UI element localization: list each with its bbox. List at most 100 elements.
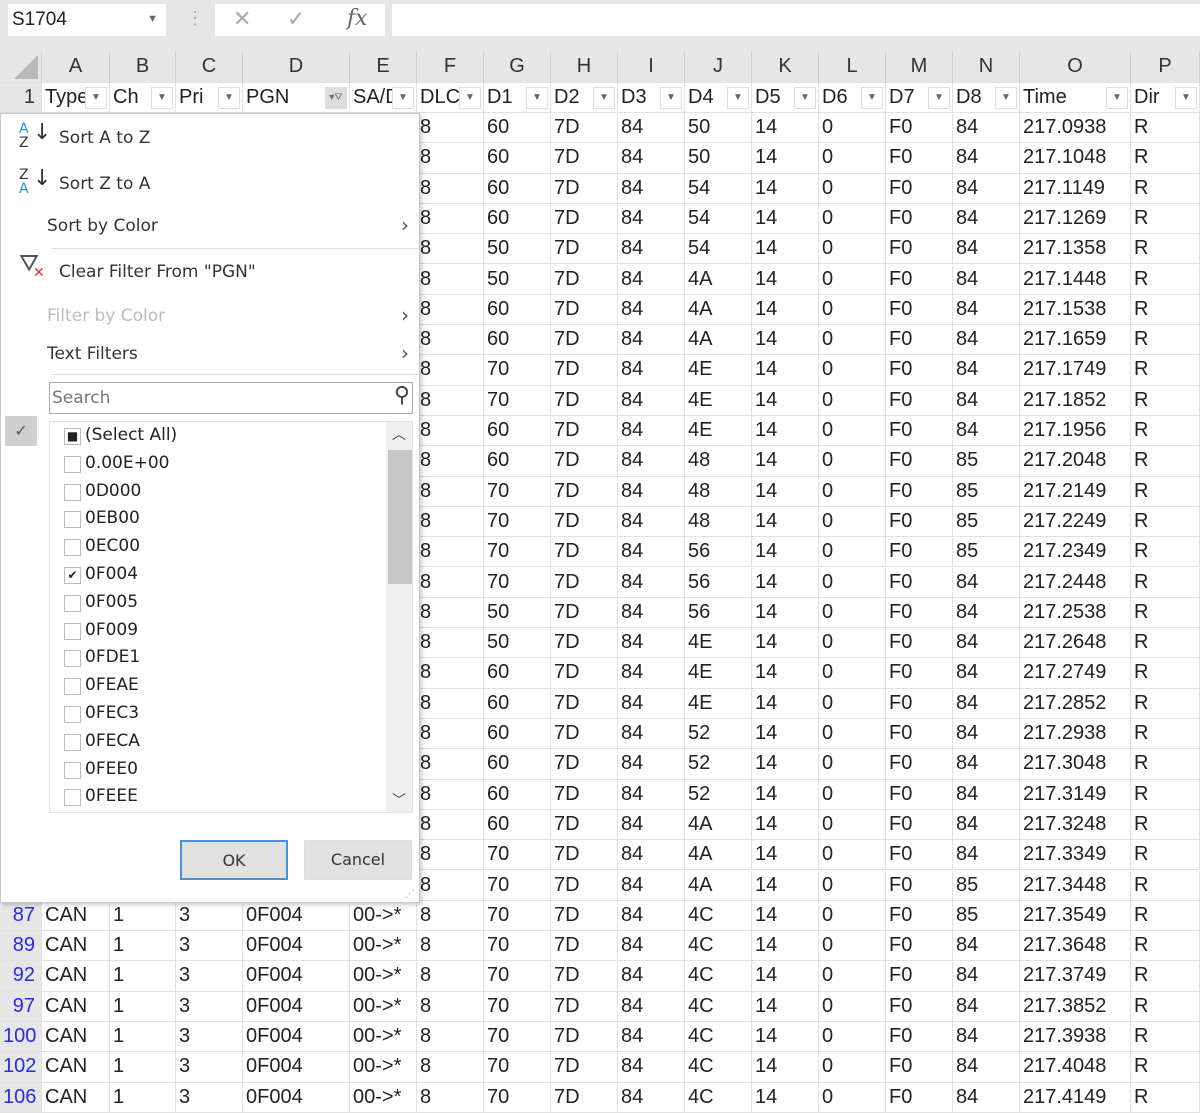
cell-P[interactable]: R bbox=[1131, 780, 1200, 810]
cell-O[interactable]: 217.1956 bbox=[1020, 416, 1131, 446]
cell-I[interactable]: 84 bbox=[618, 658, 685, 688]
cell-G[interactable]: 60 bbox=[484, 113, 551, 143]
cell-H[interactable]: 7D bbox=[551, 234, 618, 264]
cell-I[interactable]: 84 bbox=[618, 840, 685, 870]
cell-O[interactable]: 217.3749 bbox=[1020, 961, 1131, 991]
cell-F[interactable]: 8 bbox=[417, 1083, 484, 1113]
cell-N[interactable]: 84 bbox=[953, 931, 1020, 961]
cell-I[interactable]: 84 bbox=[618, 113, 685, 143]
row-number[interactable]: 106 bbox=[0, 1083, 42, 1113]
cell-N[interactable]: 84 bbox=[953, 658, 1020, 688]
cell-I[interactable]: 84 bbox=[618, 355, 685, 385]
cell-I[interactable]: 84 bbox=[618, 628, 685, 658]
cell-O[interactable]: 217.1659 bbox=[1020, 325, 1131, 355]
cell-P[interactable]: R bbox=[1131, 1083, 1200, 1113]
cell-O[interactable]: 217.2538 bbox=[1020, 598, 1131, 628]
cell-M[interactable]: F0 bbox=[886, 780, 953, 810]
cell-C[interactable]: 3 bbox=[176, 901, 243, 931]
cell-P[interactable]: R bbox=[1131, 386, 1200, 416]
cell-O[interactable]: 217.2852 bbox=[1020, 689, 1131, 719]
cell-K[interactable]: 14 bbox=[752, 507, 819, 537]
column-header-H[interactable]: H bbox=[551, 52, 618, 83]
cell-F[interactable]: 8 bbox=[417, 719, 484, 749]
cell-P[interactable]: R bbox=[1131, 325, 1200, 355]
cell-J[interactable]: 4E bbox=[685, 658, 752, 688]
cell-H[interactable]: 7D bbox=[551, 961, 618, 991]
row-number[interactable]: 89 bbox=[0, 931, 42, 961]
header-cell[interactable]: Ch▼ bbox=[110, 83, 176, 113]
cell-K[interactable]: 14 bbox=[752, 689, 819, 719]
cell-P[interactable]: R bbox=[1131, 416, 1200, 446]
cell-M[interactable]: F0 bbox=[886, 143, 953, 173]
checkbox[interactable] bbox=[64, 706, 81, 723]
cell-G[interactable]: 60 bbox=[484, 204, 551, 234]
cell-P[interactable]: R bbox=[1131, 719, 1200, 749]
cell-G[interactable]: 70 bbox=[484, 568, 551, 598]
cell-N[interactable]: 84 bbox=[953, 174, 1020, 204]
cell-L[interactable]: 0 bbox=[819, 719, 886, 749]
cell-I[interactable]: 84 bbox=[618, 598, 685, 628]
cell-G[interactable]: 60 bbox=[484, 295, 551, 325]
cell-H[interactable]: 7D bbox=[551, 446, 618, 476]
header-cell[interactable]: Dir▼ bbox=[1131, 83, 1200, 113]
cell-D[interactable]: 0F004 bbox=[243, 901, 350, 931]
cell-J[interactable]: 56 bbox=[685, 568, 752, 598]
cell-L[interactable]: 0 bbox=[819, 355, 886, 385]
cell-G[interactable]: 70 bbox=[484, 931, 551, 961]
header-cell[interactable]: D8▼ bbox=[953, 83, 1020, 113]
cell-E[interactable]: 00->* bbox=[350, 961, 417, 991]
cell-B[interactable]: 1 bbox=[110, 931, 176, 961]
sort-a-to-z[interactable]: AZ↓ Sort A to Z bbox=[1, 118, 419, 158]
filter-dropdown-button[interactable]: ▼ bbox=[85, 87, 107, 109]
cell-F[interactable]: 8 bbox=[417, 265, 484, 295]
cell-G[interactable]: 50 bbox=[484, 234, 551, 264]
cell-O[interactable]: 217.0938 bbox=[1020, 113, 1131, 143]
cell-L[interactable]: 0 bbox=[819, 689, 886, 719]
cell-N[interactable]: 84 bbox=[953, 961, 1020, 991]
cell-K[interactable]: 14 bbox=[752, 840, 819, 870]
cell-O[interactable]: 217.1358 bbox=[1020, 234, 1131, 264]
cell-G[interactable]: 60 bbox=[484, 749, 551, 779]
cell-C[interactable]: 3 bbox=[176, 961, 243, 991]
cell-H[interactable]: 7D bbox=[551, 204, 618, 234]
cell-I[interactable]: 84 bbox=[618, 992, 685, 1022]
cell-J[interactable]: 4A bbox=[685, 295, 752, 325]
cell-C[interactable]: 3 bbox=[176, 1052, 243, 1082]
cell-J[interactable]: 48 bbox=[685, 477, 752, 507]
cell-J[interactable]: 48 bbox=[685, 507, 752, 537]
cell-G[interactable]: 60 bbox=[484, 143, 551, 173]
header-cell[interactable]: PGN▾⛛ bbox=[243, 83, 350, 113]
cell-P[interactable]: R bbox=[1131, 1022, 1200, 1052]
cell-P[interactable]: R bbox=[1131, 568, 1200, 598]
cell-J[interactable]: 50 bbox=[685, 143, 752, 173]
checkbox[interactable] bbox=[64, 678, 81, 695]
cell-G[interactable]: 60 bbox=[484, 780, 551, 810]
cell-K[interactable]: 14 bbox=[752, 234, 819, 264]
cell-F[interactable]: 8 bbox=[417, 174, 484, 204]
cell-H[interactable]: 7D bbox=[551, 992, 618, 1022]
cell-M[interactable]: F0 bbox=[886, 931, 953, 961]
cell-N[interactable]: 84 bbox=[953, 1052, 1020, 1082]
cell-F[interactable]: 8 bbox=[417, 568, 484, 598]
cell-O[interactable]: 217.3852 bbox=[1020, 992, 1131, 1022]
cell-I[interactable]: 84 bbox=[618, 295, 685, 325]
cell-P[interactable]: R bbox=[1131, 143, 1200, 173]
cell-I[interactable]: 84 bbox=[618, 749, 685, 779]
cell-N[interactable]: 85 bbox=[953, 871, 1020, 901]
filter-dropdown-button[interactable]: ▼ bbox=[593, 87, 615, 109]
cell-P[interactable]: R bbox=[1131, 658, 1200, 688]
column-header-E[interactable]: E bbox=[350, 52, 417, 83]
drag-handle-icon[interactable]: ⋮ bbox=[186, 8, 204, 29]
cell-N[interactable]: 84 bbox=[953, 1022, 1020, 1052]
cell-G[interactable]: 60 bbox=[484, 174, 551, 204]
cell-K[interactable]: 14 bbox=[752, 749, 819, 779]
cell-J[interactable]: 4C bbox=[685, 1022, 752, 1052]
cell-P[interactable]: R bbox=[1131, 265, 1200, 295]
cell-O[interactable]: 217.3149 bbox=[1020, 780, 1131, 810]
cell-M[interactable]: F0 bbox=[886, 446, 953, 476]
cell-I[interactable]: 84 bbox=[618, 204, 685, 234]
cell-F[interactable]: 8 bbox=[417, 234, 484, 264]
column-header-J[interactable]: J bbox=[685, 52, 752, 83]
cell-H[interactable]: 7D bbox=[551, 265, 618, 295]
cell-K[interactable]: 14 bbox=[752, 537, 819, 567]
